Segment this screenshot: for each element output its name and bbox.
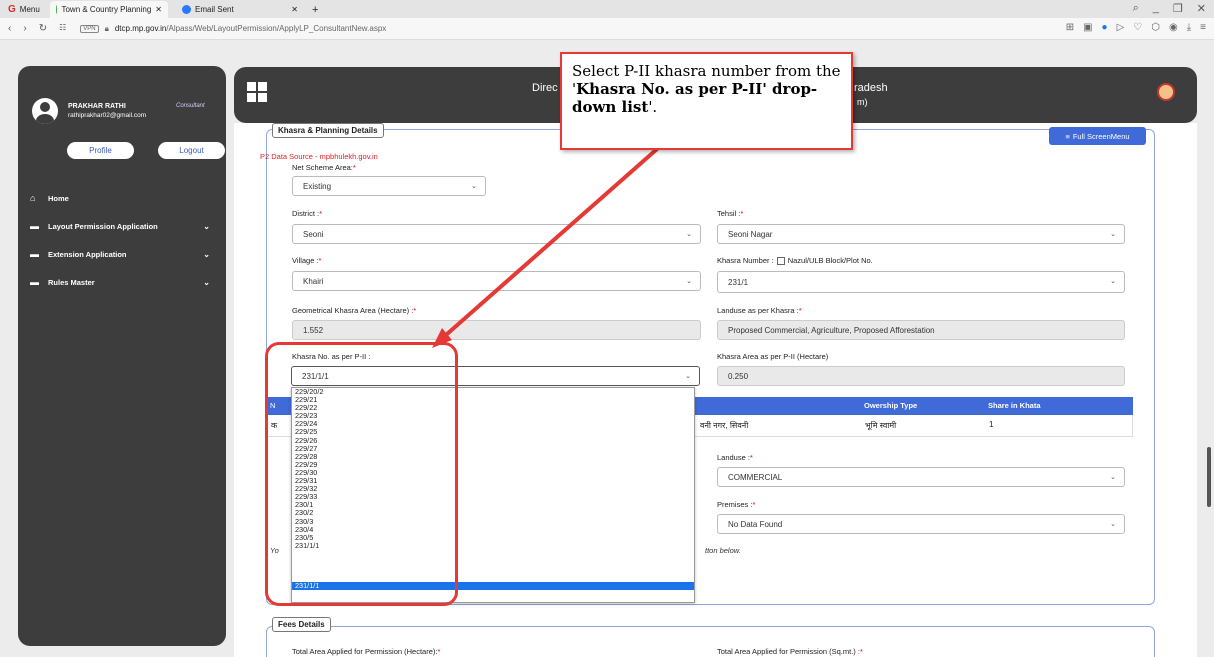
annotation-callout: Select P-II khasra number from the 'Khas… — [560, 52, 853, 150]
callout-bold-text: Khasra No. as per P-II' drop-down list — [572, 80, 818, 116]
callout-text-end: '. — [648, 98, 658, 116]
scrollbar-thumb[interactable] — [1207, 447, 1211, 507]
